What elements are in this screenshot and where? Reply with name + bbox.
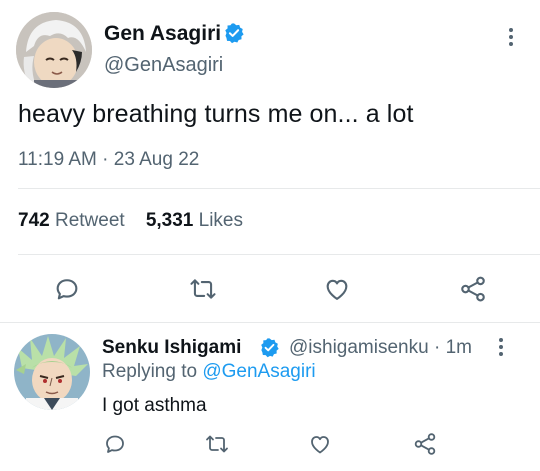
reply-icon (56, 279, 78, 300)
share-icon (461, 276, 485, 302)
share-button[interactable] (456, 274, 490, 304)
verified-badge-icon (261, 338, 279, 358)
like-icon (326, 279, 348, 300)
retweet-label[interactable]: Retweet (55, 210, 125, 231)
tweet-timestamp[interactable]: 11:19 AM · 23 Aug 22 (18, 149, 199, 171)
reply-retweet-button[interactable] (202, 430, 232, 458)
reply-text: I got asthma (102, 395, 207, 416)
replying-to-link[interactable]: @GenAsagiri (202, 361, 315, 382)
gen-handle[interactable]: @GenAsagiri (104, 54, 223, 77)
more-icon[interactable] (508, 28, 514, 49)
likes-label[interactable]: Likes (199, 210, 243, 231)
share-icon (414, 433, 436, 455)
retweet-count[interactable]: 742 (18, 210, 50, 231)
like-button[interactable] (320, 274, 354, 304)
divider (18, 188, 540, 189)
replying-prefix: Replying to (102, 361, 198, 382)
retweet-icon (190, 279, 216, 299)
retweet-icon (206, 435, 228, 453)
gen-avatar[interactable] (16, 12, 92, 88)
likes-count[interactable]: 5,331 (146, 210, 194, 231)
reply-share-button[interactable] (410, 430, 440, 458)
reply-reply-button[interactable] (100, 430, 130, 458)
like-icon (311, 436, 329, 454)
tweet-stats: 742 Retweet 5,331 Likes (18, 210, 243, 232)
tweet-text: heavy breathing turns me on... a lot (18, 100, 414, 128)
retweet-button[interactable] (186, 274, 220, 304)
verified-badge-icon (225, 23, 244, 44)
senku-display-name[interactable]: Senku Ishigami (102, 337, 241, 359)
divider (18, 254, 540, 255)
senku-avatar[interactable] (14, 334, 90, 410)
senku-handle-time[interactable]: @ishigamisenku · 1m (289, 337, 472, 359)
reply-like-button[interactable] (305, 430, 335, 458)
reply-icon (106, 435, 124, 453)
gen-display-name[interactable]: Gen Asagiri (104, 22, 221, 46)
divider (0, 322, 540, 323)
replying-to: Replying to @GenAsagiri (102, 361, 316, 383)
more-icon[interactable] (498, 338, 504, 359)
reply-button[interactable] (50, 274, 84, 304)
